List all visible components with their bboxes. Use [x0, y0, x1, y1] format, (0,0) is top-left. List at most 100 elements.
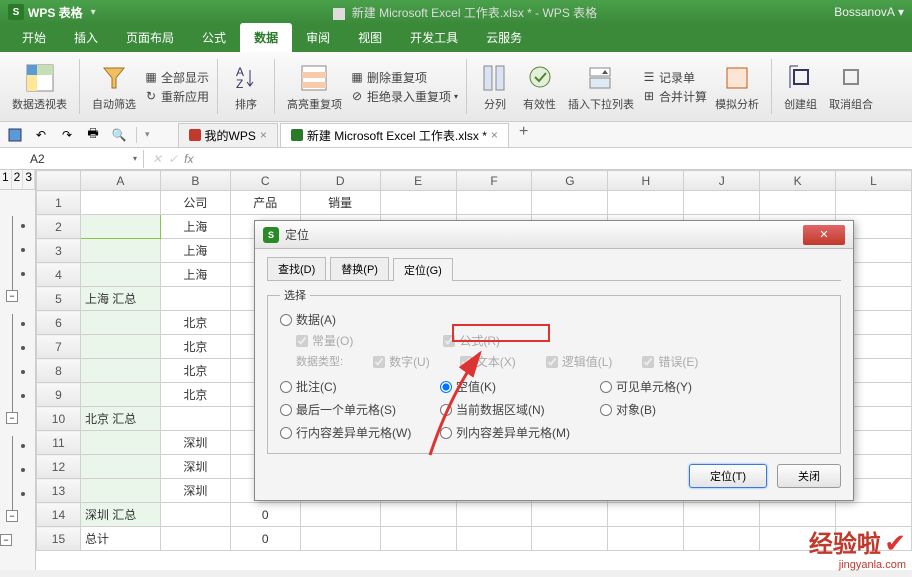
dialog-title-bar[interactable]: S 定位 ✕: [255, 221, 853, 249]
cancel-formula-icon[interactable]: ✕: [152, 152, 162, 166]
cell[interactable]: [80, 479, 160, 503]
cell[interactable]: [532, 191, 608, 215]
close-icon[interactable]: ×: [260, 128, 267, 142]
dialog-close-button[interactable]: ✕: [803, 225, 845, 245]
opt-data[interactable]: 数据(A): [280, 311, 336, 328]
doc-tab-current[interactable]: 新建 Microsoft Excel 工作表.xlsx * ×: [280, 123, 509, 147]
close-icon[interactable]: ×: [491, 128, 498, 142]
outline-level-2[interactable]: 2: [12, 170, 24, 189]
doc-tab-mywps[interactable]: 我的WPS ×: [178, 123, 278, 147]
cell[interactable]: [80, 263, 160, 287]
add-tab-button[interactable]: +: [511, 123, 536, 147]
col-header-F[interactable]: F: [456, 171, 532, 191]
cell[interactable]: [532, 527, 608, 551]
user-menu[interactable]: BossanovA ▾: [834, 5, 904, 19]
text-to-cols-button[interactable]: 分列: [475, 56, 515, 117]
cell[interactable]: 上海: [160, 215, 230, 239]
cell[interactable]: [80, 359, 160, 383]
col-header-B[interactable]: B: [160, 171, 230, 191]
goto-button[interactable]: 定位(T): [689, 464, 767, 488]
row-header[interactable]: 5: [37, 287, 81, 311]
cell[interactable]: 产品: [230, 191, 300, 215]
validity-button[interactable]: 有效性: [519, 56, 560, 117]
outline-level-1[interactable]: 1: [0, 170, 12, 189]
close-button[interactable]: 关闭: [777, 464, 841, 488]
select-all-corner[interactable]: [37, 171, 81, 191]
cell[interactable]: [684, 527, 760, 551]
cell[interactable]: [160, 503, 230, 527]
row-header[interactable]: 9: [37, 383, 81, 407]
cell[interactable]: [80, 455, 160, 479]
row-header[interactable]: 14: [37, 503, 81, 527]
cell[interactable]: 0: [230, 527, 300, 551]
tab-developer[interactable]: 开发工具: [396, 23, 472, 52]
cell[interactable]: [160, 287, 230, 311]
tab-data[interactable]: 数据: [240, 23, 292, 52]
highlight-dup-button[interactable]: 高亮重复项: [283, 56, 346, 117]
cell[interactable]: [608, 527, 684, 551]
qat-redo-icon[interactable]: ↷: [58, 126, 76, 144]
tab-review[interactable]: 审阅: [292, 23, 344, 52]
consolidate-button[interactable]: ⊞合并计算: [642, 88, 707, 105]
whatif-button[interactable]: 模拟分析: [711, 56, 763, 117]
opt-blank[interactable]: 空值(K): [440, 378, 590, 395]
col-header-G[interactable]: G: [532, 171, 608, 191]
row-header[interactable]: 11: [37, 431, 81, 455]
cell[interactable]: [300, 527, 380, 551]
cell[interactable]: [80, 431, 160, 455]
tab-home[interactable]: 开始: [8, 23, 60, 52]
showall-button[interactable]: ▦全部显示: [144, 69, 209, 86]
tab-cloud[interactable]: 云服务: [472, 23, 536, 52]
record-form-button[interactable]: ☰记录单: [642, 69, 707, 86]
cell[interactable]: [684, 191, 760, 215]
col-header-E[interactable]: E: [380, 171, 456, 191]
cell[interactable]: [380, 527, 456, 551]
col-header-J[interactable]: J: [684, 171, 760, 191]
cell[interactable]: 北京 汇总: [80, 407, 160, 431]
cell[interactable]: [456, 503, 532, 527]
cell[interactable]: 北京: [160, 311, 230, 335]
cell[interactable]: 深圳 汇总: [80, 503, 160, 527]
opt-currentregion[interactable]: 当前数据区域(N): [440, 401, 590, 418]
cell[interactable]: 深圳: [160, 455, 230, 479]
row-header[interactable]: 6: [37, 311, 81, 335]
cell[interactable]: 上海 汇总: [80, 287, 160, 311]
cell[interactable]: [836, 191, 912, 215]
row-header[interactable]: 12: [37, 455, 81, 479]
cell[interactable]: [300, 503, 380, 527]
cell[interactable]: [456, 191, 532, 215]
row-header[interactable]: 2: [37, 215, 81, 239]
opt-object[interactable]: 对象(B): [600, 401, 750, 418]
tab-formula[interactable]: 公式: [188, 23, 240, 52]
row-header[interactable]: 7: [37, 335, 81, 359]
qat-preview-icon[interactable]: 🔍: [110, 126, 128, 144]
cell[interactable]: [80, 191, 160, 215]
cell[interactable]: [532, 503, 608, 527]
accept-formula-icon[interactable]: ✓: [168, 152, 178, 166]
outline-level-3[interactable]: 3: [23, 170, 35, 189]
opt-coldiff[interactable]: 列内容差异单元格(M): [440, 424, 590, 441]
cell[interactable]: [760, 191, 836, 215]
outline-collapse-button[interactable]: −: [6, 510, 18, 522]
cell[interactable]: [608, 191, 684, 215]
dlg-tab-replace[interactable]: 替换(P): [330, 257, 389, 280]
cell[interactable]: 销量: [300, 191, 380, 215]
app-menu-dropdown[interactable]: ▾: [91, 7, 96, 18]
row-header[interactable]: 1: [37, 191, 81, 215]
cell[interactable]: [160, 527, 230, 551]
chevron-down-icon[interactable]: ▾: [133, 154, 137, 163]
cell[interactable]: [80, 215, 160, 239]
cell[interactable]: 0: [230, 503, 300, 527]
qat-print-icon[interactable]: 🖶: [84, 126, 102, 144]
cell[interactable]: 北京: [160, 335, 230, 359]
cell[interactable]: 公司: [160, 191, 230, 215]
cell[interactable]: 深圳: [160, 431, 230, 455]
cell[interactable]: 总计: [80, 527, 160, 551]
outline-collapse-button[interactable]: −: [0, 534, 12, 546]
row-header[interactable]: 8: [37, 359, 81, 383]
cell[interactable]: 北京: [160, 383, 230, 407]
cell[interactable]: [380, 503, 456, 527]
cell[interactable]: 上海: [160, 263, 230, 287]
outline-collapse-button[interactable]: −: [6, 290, 18, 302]
cell[interactable]: [760, 527, 836, 551]
